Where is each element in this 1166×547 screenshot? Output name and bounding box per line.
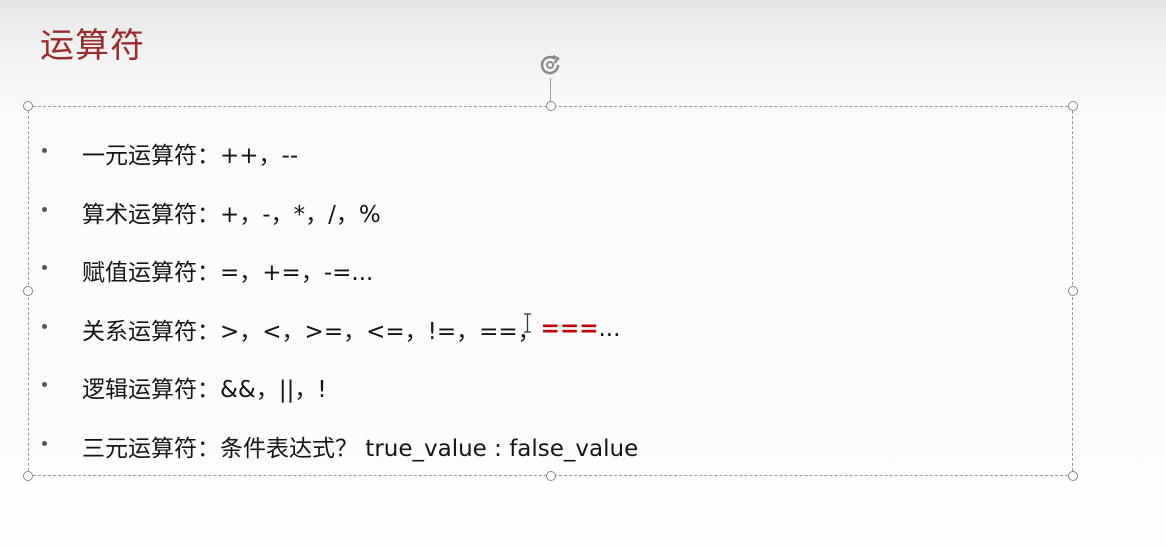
resize-handle-middle-left[interactable] [23,286,33,296]
bullet-value-before: >，<，>=，<=，!=，==， [220,318,541,345]
resize-handle-bottom-right[interactable] [1068,471,1078,481]
bullet-arithmetic[interactable]: 算术运算符： +，-，*，/，% [38,183,638,242]
text-cursor-icon [524,313,531,333]
strict-equal-highlight: === [540,315,599,342]
bullet-unary[interactable]: 一元运算符： ++，-- [38,124,638,183]
bullet-label: 赋值运算符： [82,260,220,287]
bullet-dot-icon [42,440,47,446]
bullet-value: ++，-- [220,143,299,170]
bullet-label: 关系运算符： [82,318,220,345]
bullet-dot-icon [42,382,47,387]
bullet-label: 三元运算符： [82,435,220,462]
bullet-dot-icon [42,206,47,212]
bullet-logical[interactable]: 逻辑运算符： &&，||，! [38,358,638,417]
bullet-ternary[interactable]: 三元运算符： 条件表达式？ true_value : false_value [38,417,638,476]
bullet-value: &&，||，! [220,377,327,404]
resize-handle-middle-right[interactable] [1068,286,1078,296]
rotate-handle-icon[interactable] [536,50,566,80]
bullet-assignment[interactable]: 赋值运算符： =，+=，-=... [38,241,638,300]
bullet-value: =，+=，-=... [220,260,374,287]
operator-bullet-list: 一元运算符： ++，-- 算术运算符： +，-，*，/，% 赋值运算符： =，+=，-… [38,124,638,475]
bullet-relational[interactable]: 关系运算符： >，<，>=，<=，!=，==， ===... [38,300,638,359]
resize-handle-bottom-left[interactable] [23,471,33,481]
bullet-dot-icon [42,323,47,329]
bullet-label: 一元运算符： [82,143,220,170]
bullet-dot-icon [42,265,47,270]
bullet-value-after: ... [598,315,621,342]
bullet-label: 算术运算符： [82,201,220,228]
slide-title[interactable]: 运算符 [40,18,145,67]
bullet-label: 逻辑运算符： [82,377,220,404]
resize-handle-top-center[interactable] [546,101,556,111]
resize-handle-top-left[interactable] [23,101,33,111]
bullet-value: 条件表达式？ true_value : false_value [220,435,639,462]
resize-handle-top-right[interactable] [1068,101,1078,111]
bullet-value: +，-，*，/，% [220,201,381,228]
bullet-dot-icon [42,148,47,153]
